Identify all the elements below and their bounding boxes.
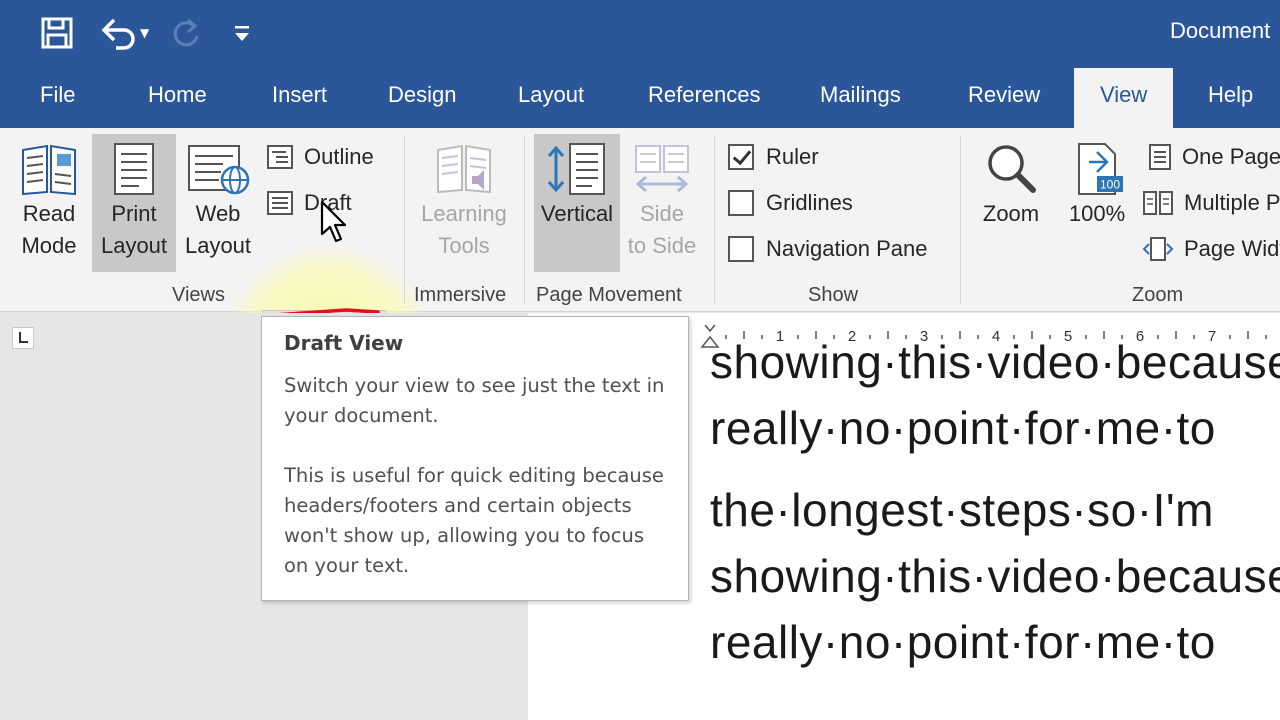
zoom-100-button[interactable]: 100 100%	[1058, 140, 1136, 230]
one-page-icon	[1149, 144, 1171, 170]
learning-tools-icon	[437, 144, 491, 194]
tab-review[interactable]: Review	[968, 82, 1040, 108]
one-page-label: One Page	[1182, 144, 1280, 169]
undo-icon[interactable]	[98, 14, 138, 50]
tab-layout[interactable]: Layout	[518, 82, 584, 108]
read-mode-icon	[22, 144, 76, 196]
group-separator	[714, 136, 715, 304]
ruler-checkbox[interactable]: Ruler	[728, 139, 819, 175]
draft-view-tooltip: Draft View Switch your view to see just …	[261, 316, 689, 601]
navigation-pane-check-box[interactable]	[728, 236, 754, 262]
vertical-label: Vertical	[540, 201, 614, 226]
tab-file[interactable]: File	[40, 82, 75, 108]
side-to-side-label-2: to Side	[627, 233, 697, 258]
ribbon-tabs: File Home Insert Design Layout Reference…	[0, 66, 1280, 128]
magnifier-icon	[988, 145, 1036, 193]
zoom-100-icon: 100	[1078, 143, 1123, 195]
web-layout-icon	[188, 145, 250, 195]
vertical-scroll-icon	[547, 143, 605, 195]
title-bar: ▼ Document	[0, 0, 1280, 66]
vertical-button[interactable]: Vertical	[534, 140, 620, 230]
zoom-100-label: 100%	[1068, 201, 1126, 226]
tab-help[interactable]: Help	[1208, 82, 1253, 108]
zoom-group-label: Zoom	[1132, 284, 1184, 306]
zoom-100-badge: 100	[1100, 178, 1120, 192]
read-mode-button[interactable]: Read Mode	[10, 140, 88, 262]
tab-references[interactable]: References	[648, 82, 761, 108]
tab-design[interactable]: Design	[388, 82, 456, 108]
group-separator	[404, 136, 405, 304]
document-text-line: showing·this·video·because	[710, 550, 1280, 602]
read-mode-label-1: Read	[22, 201, 76, 226]
multiple-pages-button[interactable]: Multiple Pages	[1142, 185, 1280, 221]
window-title: Document	[1170, 18, 1271, 43]
gridlines-checkbox[interactable]: Gridlines	[728, 185, 853, 221]
outline-icon	[267, 145, 293, 169]
page-width-label: Page Width	[1184, 236, 1280, 261]
read-mode-label-2: Mode	[21, 233, 77, 258]
tooltip-details: This is useful for quick editing because…	[284, 464, 664, 577]
tab-insert[interactable]: Insert	[272, 82, 327, 108]
tab-view[interactable]: View	[1074, 68, 1174, 128]
gridlines-label: Gridlines	[766, 190, 853, 215]
tooltip-title: Draft View	[284, 331, 404, 355]
document-text-line: really·no·point·for·me·to	[710, 402, 1216, 454]
zoom-label: Zoom	[982, 201, 1040, 226]
immersive-group-label: Immersive	[414, 284, 507, 306]
ribbon: Read Mode Print Layout Web Layout Outlin…	[0, 128, 1280, 458]
web-layout-button[interactable]: Web Layout	[178, 140, 258, 262]
show-group-label: Show	[808, 284, 859, 306]
web-layout-label-1: Web	[195, 201, 241, 226]
side-to-side-icon	[635, 145, 689, 193]
side-to-side-label-1: Side	[639, 201, 685, 226]
print-layout-label-2: Layout	[100, 233, 168, 258]
customize-qat-icon[interactable]	[232, 20, 252, 46]
print-layout-label-1: Print	[111, 201, 157, 226]
zoom-button[interactable]: Zoom	[970, 140, 1052, 230]
chevron-down-icon[interactable]: ▼	[140, 26, 149, 40]
group-separator	[960, 136, 961, 304]
print-layout-button[interactable]: Print Layout	[94, 140, 174, 262]
print-layout-icon	[114, 143, 154, 195]
document-text-line: showing·this·video·because	[710, 336, 1280, 388]
learning-tools-button[interactable]: Learning Tools	[414, 140, 514, 262]
gridlines-check-box[interactable]	[728, 190, 754, 216]
navigation-pane-label: Navigation Pane	[766, 236, 928, 261]
mouse-pointer-icon	[320, 200, 347, 243]
one-page-button[interactable]: One Page	[1148, 139, 1280, 175]
document-text-line: the·longest·steps·so·I'm	[710, 484, 1214, 536]
ruler-label: Ruler	[766, 144, 819, 169]
page-width-button[interactable]: Page Width	[1142, 231, 1280, 267]
tab-home[interactable]: Home	[148, 82, 207, 108]
group-separator	[524, 136, 525, 304]
multiple-pages-label: Multiple Pages	[1184, 190, 1280, 215]
ruler-check-box[interactable]	[728, 144, 754, 170]
learning-tools-label-1: Learning	[421, 201, 507, 226]
web-layout-label-2: Layout	[184, 233, 252, 258]
views-group-label: Views	[172, 284, 225, 306]
learning-tools-label-2: Tools	[438, 233, 490, 258]
page-movement-group-label: Page Movement	[536, 284, 682, 306]
save-icon[interactable]	[40, 16, 74, 50]
draft-icon	[267, 191, 293, 215]
outline-button[interactable]: Outline	[266, 139, 374, 175]
multiple-pages-icon	[1143, 191, 1173, 215]
page-width-icon	[1142, 237, 1174, 261]
document-text-line: really·no·point·for·me·to	[710, 616, 1216, 668]
redo-icon[interactable]	[170, 16, 202, 50]
tooltip-description: Switch your view to see just the text in…	[284, 374, 665, 427]
outline-label: Outline	[304, 144, 374, 169]
navigation-pane-checkbox[interactable]: Navigation Pane	[728, 231, 927, 267]
tab-mailings[interactable]: Mailings	[820, 82, 901, 108]
tab-selector[interactable]	[12, 327, 34, 349]
side-to-side-button[interactable]: Side to Side	[620, 140, 704, 262]
